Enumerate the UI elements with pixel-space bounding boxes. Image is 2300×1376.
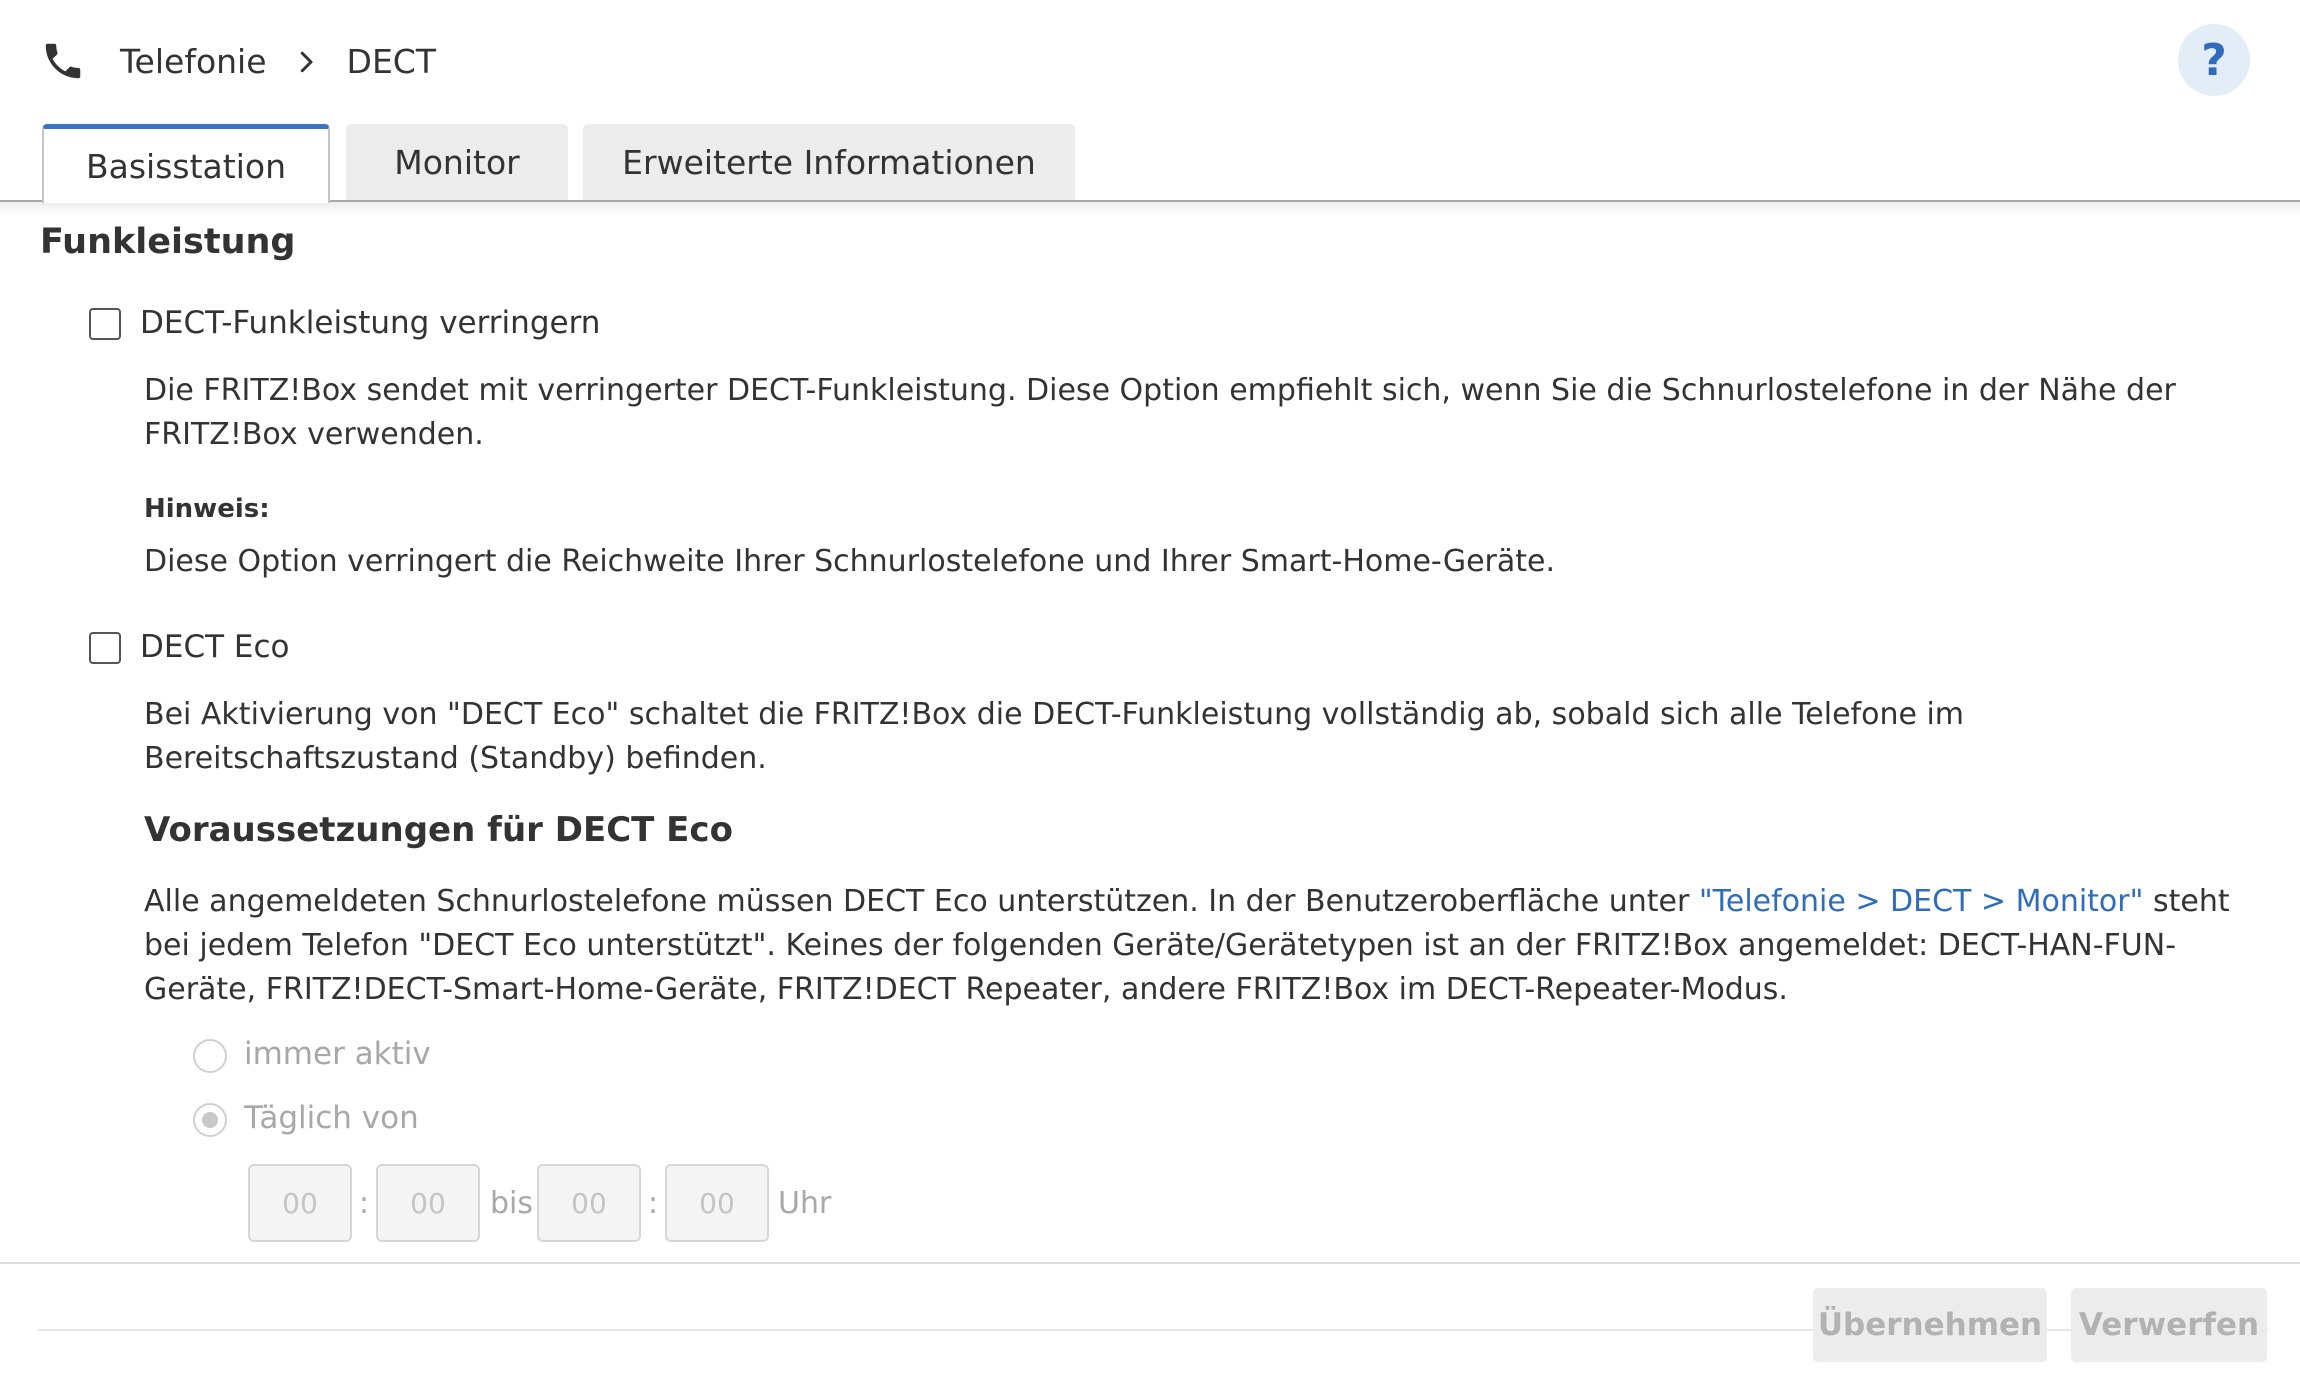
help-button[interactable]: ? xyxy=(2178,24,2250,96)
tab-erweiterte-informationen[interactable]: Erweiterte Informationen xyxy=(583,124,1075,201)
to-label: bis xyxy=(490,1186,534,1221)
tab-divider xyxy=(0,200,2300,202)
chevron-right-icon xyxy=(291,46,321,76)
prerequisites-text-part1: Alle angemeldeten Schnurlostelefone müss… xyxy=(144,884,1699,919)
prerequisites-title: Voraussetzungen für DECT Eco xyxy=(144,810,733,850)
daily-label[interactable]: Täglich von xyxy=(244,1100,419,1136)
always-active-label[interactable]: immer aktiv xyxy=(244,1036,431,1072)
prerequisites-text: Alle angemeldeten Schnurlostelefone müss… xyxy=(144,880,2254,1012)
to-minute-input[interactable] xyxy=(665,1164,769,1242)
from-hour-input[interactable] xyxy=(248,1164,352,1242)
tab-monitor[interactable]: Monitor xyxy=(346,124,568,201)
reduce-power-description: Die FRITZ!Box sendet mit verringerter DE… xyxy=(144,373,2176,452)
tab-label: Erweiterte Informationen xyxy=(622,143,1036,182)
tab-label: Monitor xyxy=(394,143,520,182)
tab-shadow xyxy=(0,202,2300,216)
to-hour-input[interactable] xyxy=(537,1164,641,1242)
unit-label: Uhr xyxy=(778,1186,832,1221)
dect-eco-label[interactable]: DECT Eco xyxy=(140,629,290,665)
time-colon: : xyxy=(359,1186,370,1221)
breadcrumb-item-telefonie[interactable]: Telefonie xyxy=(120,42,267,81)
reduce-power-label[interactable]: DECT-Funkleistung verringern xyxy=(140,305,600,341)
phone-icon xyxy=(40,38,86,84)
tab-basisstation[interactable]: Basisstation xyxy=(42,124,330,203)
from-minute-input[interactable] xyxy=(376,1164,480,1242)
breadcrumb-item-dect: DECT xyxy=(346,41,436,81)
hint-label: Hinweis: xyxy=(144,494,270,524)
section-title: Funkleistung xyxy=(40,222,296,262)
time-colon: : xyxy=(648,1186,659,1221)
discard-button[interactable]: Verwerfen xyxy=(2071,1288,2267,1362)
tab-label: Basisstation xyxy=(86,146,286,186)
dect-eco-description: Bei Aktivierung von "DECT Eco" schaltet … xyxy=(144,697,1965,776)
footer-divider xyxy=(0,1262,2300,1264)
apply-button[interactable]: Übernehmen xyxy=(1813,1288,2047,1362)
dect-eco-checkbox[interactable] xyxy=(89,632,121,664)
hint-text: Diese Option verringert die Reichweite I… xyxy=(144,544,1556,579)
always-active-radio[interactable] xyxy=(193,1039,227,1073)
reduce-power-checkbox[interactable] xyxy=(89,308,121,340)
breadcrumb: Telefonie DECT xyxy=(120,36,436,86)
daily-radio[interactable] xyxy=(193,1103,227,1137)
monitor-link[interactable]: "Telefonie > DECT > Monitor" xyxy=(1699,884,2144,919)
